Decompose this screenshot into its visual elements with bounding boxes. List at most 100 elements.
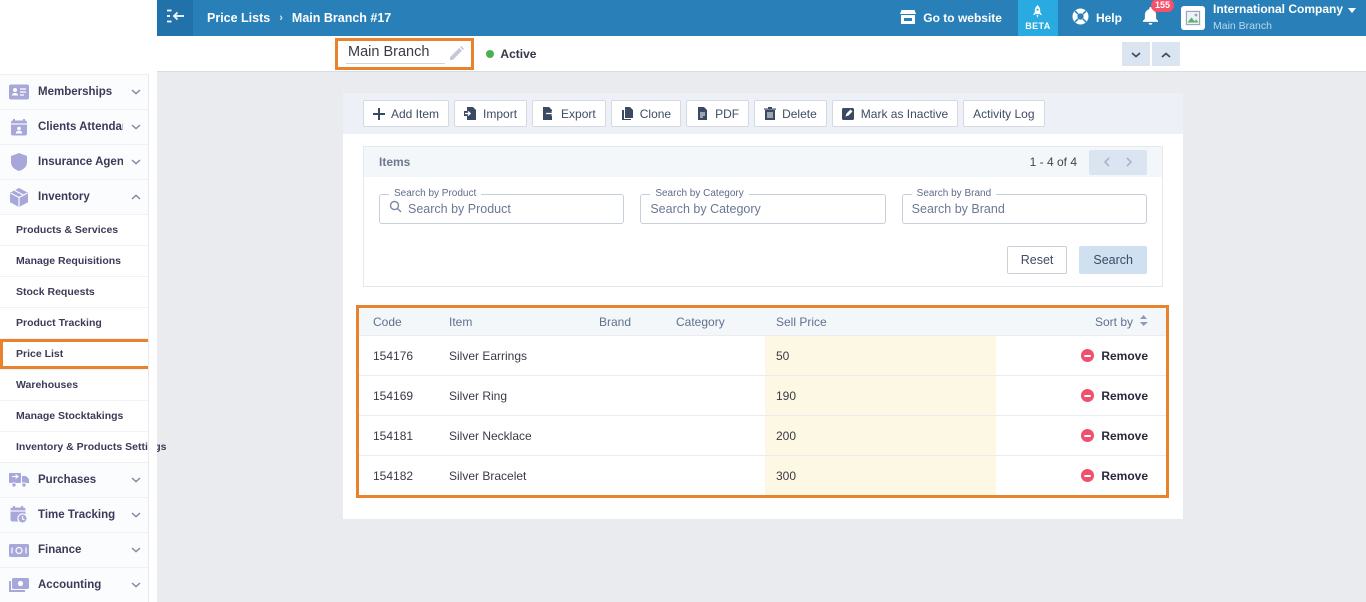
beta-label: BETA — [1025, 21, 1051, 31]
chevron-down-icon — [131, 89, 141, 95]
sidebar-item-purchases[interactable]: Purchases — [0, 462, 157, 497]
toolbar-button-mark-as-inactive[interactable]: Mark as Inactive — [831, 100, 959, 127]
pagination-prev-button[interactable] — [1101, 153, 1112, 172]
minus-circle-icon — [1081, 389, 1095, 402]
sidebar-item-accounting[interactable]: Accounting — [0, 567, 157, 602]
edit-pencil-icon[interactable] — [449, 46, 465, 61]
accounting-icon — [8, 578, 30, 592]
sidebar-scrollbar[interactable] — [148, 74, 157, 602]
sidebar-item-clients-attendance[interactable]: Clients Attendance — [0, 109, 157, 144]
sidebar-subitem-inventory-products-settings[interactable]: Inventory & Products Settings — [0, 431, 167, 462]
pagination-next-button[interactable] — [1124, 153, 1135, 172]
search-by-brand-input[interactable] — [911, 202, 1137, 216]
table-row: 154176 Silver Earrings 50 Remove — [359, 335, 1166, 375]
sidebar-subitem-price-list[interactable]: Price List — [0, 338, 157, 369]
app-root: Memberships Clients Attendance Insurance… — [0, 0, 1366, 602]
sidebar-subitem-products-services[interactable]: Products & Services — [0, 214, 157, 245]
sidebar-subitem-label: Price List — [16, 348, 64, 360]
column-header-brand[interactable]: Brand — [599, 315, 676, 329]
sidebar-subitem-manage-stocktakings[interactable]: Manage Stocktakings — [0, 400, 157, 431]
items-panel: Items 1 - 4 of 4 Search by Product Searc… — [363, 146, 1163, 287]
edit-square-icon — [841, 107, 855, 120]
page-title-field[interactable]: Main Branch — [346, 44, 446, 64]
sidebar-item-memberships[interactable]: Memberships — [0, 74, 157, 109]
search-by-product-input[interactable] — [408, 202, 615, 216]
breadcrumb: Price Lists › Main Branch #17 — [207, 11, 391, 25]
toolbar-button-export[interactable]: Export — [532, 100, 606, 127]
toolbar-button-label: Activity Log — [973, 106, 1035, 121]
search-area: Search by Product Search by Category Sea… — [364, 177, 1162, 286]
expand-section-button[interactable] — [1152, 41, 1180, 66]
sidebar-item-label: Accounting — [38, 579, 102, 591]
remove-button[interactable]: Remove — [1081, 429, 1148, 443]
cell-category — [676, 376, 765, 415]
help-label: Help — [1095, 11, 1122, 25]
remove-button[interactable]: Remove — [1081, 349, 1148, 363]
cell-sell-price[interactable]: 190 — [765, 376, 996, 415]
toolbar-button-pdf[interactable]: PDF — [686, 100, 750, 127]
sidebar-subitem-stock-requests[interactable]: Stock Requests — [0, 276, 157, 307]
search-by-product-field: Search by Product — [379, 188, 625, 224]
notifications-button[interactable]: 155 — [1142, 0, 1175, 30]
chevron-up-icon — [131, 194, 141, 200]
sidebar-item-label: Purchases — [38, 474, 97, 486]
table-row: 154181 Silver Necklace 200 Remove — [359, 415, 1166, 455]
toolbar-button-activity-log[interactable]: Activity Log — [963, 100, 1045, 127]
column-header-code[interactable]: Code — [359, 315, 449, 329]
column-header-item[interactable]: Item — [449, 315, 599, 329]
cell-category — [676, 456, 765, 495]
cell-sell-price[interactable]: 300 — [765, 456, 996, 495]
sidebar-logo-area — [0, 0, 157, 74]
remove-label: Remove — [1101, 428, 1148, 443]
sidebar-subitem-label: Warehouses — [16, 379, 79, 391]
chevron-right-icon — [1126, 155, 1133, 170]
clone-icon — [621, 107, 634, 120]
cell-category — [676, 416, 765, 455]
sidebar-subitem-product-tracking[interactable]: Product Tracking — [0, 307, 157, 338]
collapse-sidebar-button[interactable] — [157, 0, 193, 36]
chevron-left-icon — [1103, 155, 1110, 170]
sidebar-item-insurance-agents[interactable]: Insurance Agents — [0, 144, 157, 179]
sort-by-control[interactable]: Sort by — [1095, 314, 1148, 329]
company-menu[interactable]: International Company Main Branch — [1180, 2, 1356, 34]
minus-circle-icon — [1081, 429, 1095, 442]
sidebar-item-inventory[interactable]: Inventory — [0, 179, 157, 214]
search-button[interactable]: Search — [1079, 246, 1147, 274]
collapse-section-button[interactable] — [1122, 41, 1150, 66]
sidebar-item-label: Memberships — [38, 86, 113, 98]
items-panel-header: Items 1 - 4 of 4 — [364, 147, 1162, 177]
sidebar-item-time-tracking[interactable]: Time Tracking — [0, 497, 157, 532]
search-icon — [389, 200, 402, 218]
sidebar: Memberships Clients Attendance Insurance… — [0, 0, 167, 602]
topbar: Price Lists › Main Branch #17 Go to webs… — [157, 0, 1366, 36]
go-to-website-button[interactable]: Go to website — [900, 9, 1002, 27]
remove-button[interactable]: Remove — [1081, 469, 1148, 483]
cell-sell-price[interactable]: 200 — [765, 416, 996, 455]
remove-button[interactable]: Remove — [1081, 389, 1148, 403]
column-header-sell-price[interactable]: Sell Price — [765, 315, 996, 329]
cell-code: 154182 — [373, 468, 414, 483]
column-header-category[interactable]: Category — [676, 315, 765, 329]
toolbar-button-delete[interactable]: Delete — [754, 100, 827, 127]
chevron-down-icon — [131, 477, 141, 483]
breadcrumb-page: Main Branch #17 — [291, 11, 392, 25]
status-label: Active — [500, 46, 537, 61]
search-by-category-input[interactable] — [650, 202, 876, 216]
cell-sell-price[interactable]: 50 — [765, 336, 996, 375]
cell-item: Silver Necklace — [449, 428, 532, 443]
toolbar-button-import[interactable]: Import — [454, 100, 528, 127]
sidebar-subitem-manage-requisitions[interactable]: Manage Requisitions — [0, 245, 157, 276]
help-button[interactable]: Help — [1072, 8, 1122, 28]
sidebar-item-finance[interactable]: Finance — [0, 532, 157, 567]
time-tracking-icon — [8, 506, 30, 524]
toolbar-button-clone[interactable]: Clone — [610, 100, 682, 127]
sort-arrows-icon — [1139, 314, 1148, 329]
reset-button[interactable]: Reset — [1006, 246, 1068, 274]
sidebar-subitem-warehouses[interactable]: Warehouses — [0, 369, 157, 400]
breadcrumb-section[interactable]: Price Lists — [207, 11, 270, 25]
toolbar-button-add-item[interactable]: Add Item — [363, 100, 450, 127]
remove-label: Remove — [1101, 388, 1148, 403]
minus-circle-icon — [1081, 469, 1095, 482]
items-table-annotation-box: Code Item Brand Category Sell Price Sort… — [356, 305, 1169, 498]
beta-button[interactable]: BETA — [1017, 0, 1058, 36]
